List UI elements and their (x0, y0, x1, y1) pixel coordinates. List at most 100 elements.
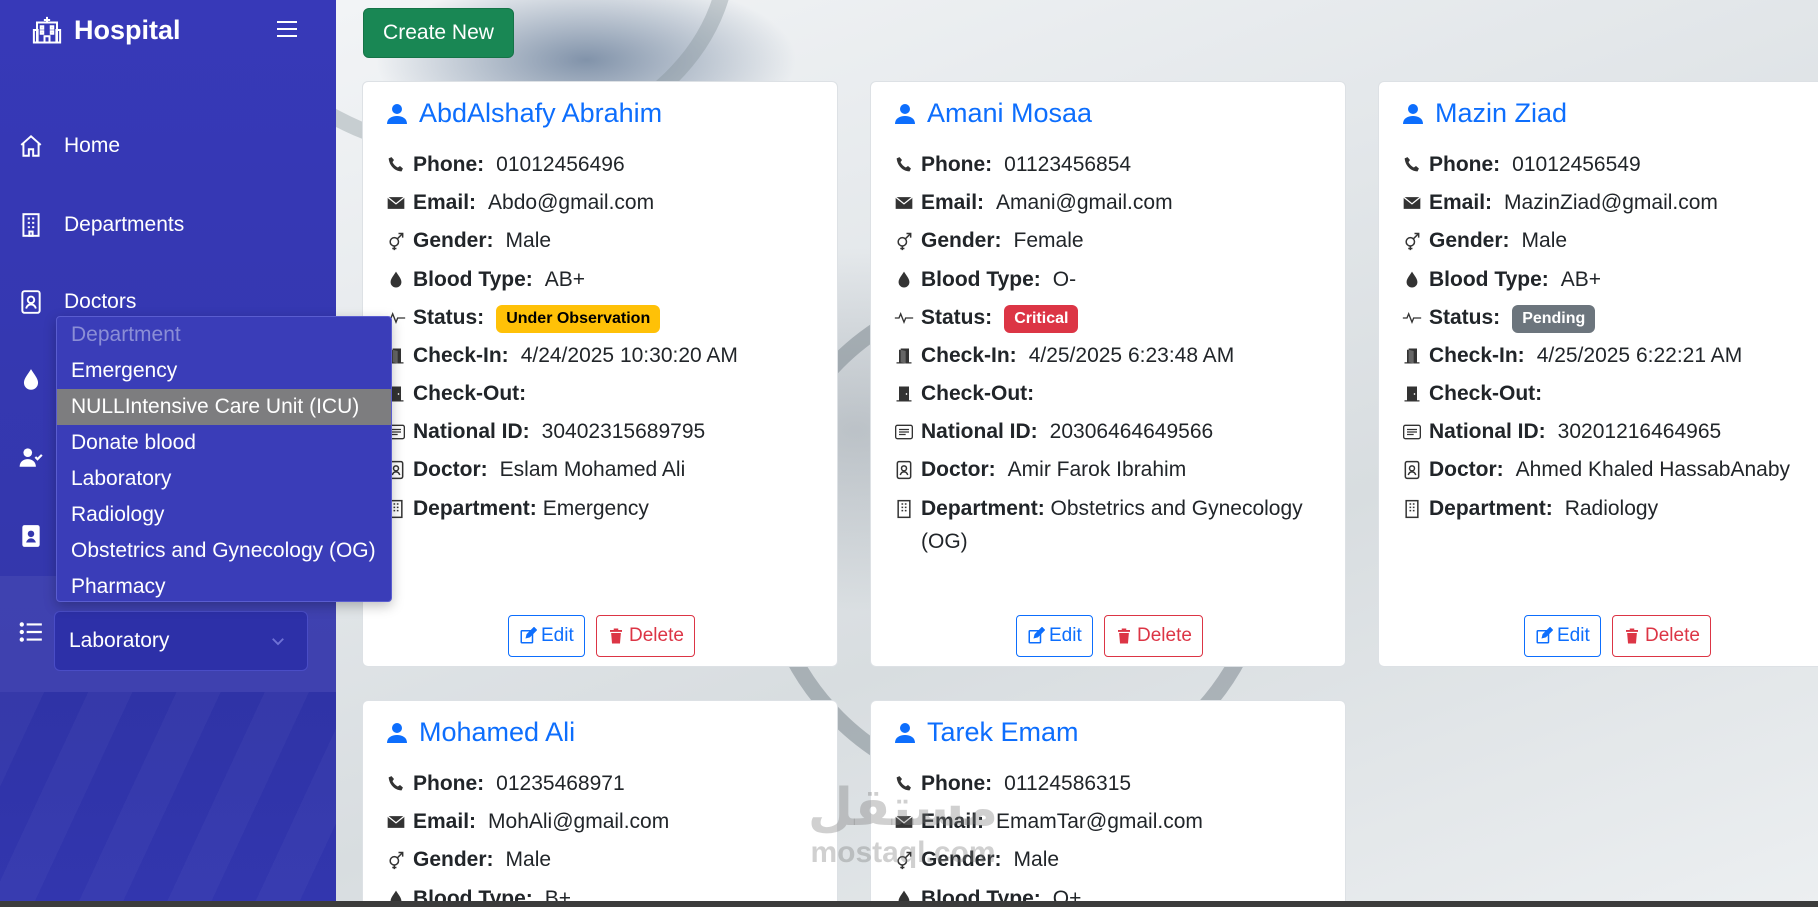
doctor-label: Doctor: (413, 458, 488, 481)
national-id-row: National ID: 30402315689795 (385, 415, 825, 448)
phone-label: Phone: (921, 153, 993, 176)
checkin-label: Check-In: (921, 344, 1017, 367)
phone-value: 01123456854 (1004, 153, 1132, 176)
national-id-label: National ID: (1429, 420, 1546, 443)
blood-label: Blood Type: (413, 268, 533, 291)
delete-button[interactable]: Delete (1104, 615, 1203, 657)
sidebar-item-label: Home (64, 134, 121, 157)
building-icon (22, 213, 40, 237)
patient-card: Mazin Ziad Phone: 01012456549 Email: Mazin… (1378, 81, 1818, 667)
department-label: Department: (413, 497, 537, 520)
edit-button[interactable]: Edit (1524, 615, 1601, 657)
delete-button[interactable]: Delete (1612, 615, 1711, 657)
department-row: Department: Emergency (385, 492, 825, 525)
patient-card: Tarek Emam Phone: 01124586315 Email: EmamT… (870, 700, 1346, 907)
gender-icon (893, 224, 915, 257)
blood-value: O- (1052, 268, 1077, 291)
home-icon (20, 134, 42, 157)
menu-toggle-button[interactable] (272, 14, 302, 44)
building-icon (893, 492, 915, 525)
doctor-value: Amir Farok Ibrahim (1007, 458, 1187, 481)
status-label: Status: (413, 306, 485, 329)
chevron-down-icon (272, 638, 284, 646)
phone-row: Phone: 01124586315 (893, 767, 1333, 800)
checkin-row: Check-In: 4/25/2025 6:23:48 AM (893, 339, 1333, 372)
edit-icon (1028, 627, 1045, 644)
phone-value: 01235468971 (496, 772, 625, 795)
email-row: Email: Abdo@gmail.com (385, 186, 825, 219)
sidebar-item-label: Departments (64, 213, 185, 236)
checkin-row: Check-In: 4/25/2025 6:22:21 AM (1401, 339, 1818, 372)
dropdown-option[interactable]: Obstetrics and Gynecology (OG) (57, 533, 391, 569)
sidebar-item-patients[interactable] (18, 437, 58, 477)
patient-name-link[interactable]: Mazin Ziad (1401, 98, 1567, 129)
gender-icon (1401, 224, 1423, 257)
dropdown-option[interactable]: Laboratory (57, 461, 391, 497)
id-badge-icon (21, 290, 41, 314)
dropdown-option[interactable]: Donate blood (57, 425, 391, 461)
blood-value: AB+ (544, 268, 586, 291)
status-label: Status: (1429, 306, 1501, 329)
dropdown-option[interactable]: Radiology (57, 497, 391, 533)
patient-name-link[interactable]: Amani Mosaa (893, 98, 1092, 129)
sidebar-item-departments[interactable]: Departments (18, 205, 318, 245)
dropdown-option-highlighted[interactable]: NULLIntensive Care Unit (ICU) (57, 389, 391, 425)
door-open-icon (893, 339, 915, 372)
sidebar-item-staff[interactable] (18, 516, 58, 556)
status-badge: Under Observation (496, 305, 661, 333)
email-value: Abdo@gmail.com (488, 191, 655, 214)
email-row: Email: MohAli@gmail.com (385, 805, 825, 838)
delete-label: Delete (1645, 625, 1700, 646)
checkout-row: Check-Out: (385, 377, 825, 410)
gender-value: Male (1013, 848, 1060, 871)
sidebar-item-donate-blood[interactable] (18, 360, 58, 400)
edit-button[interactable]: Edit (508, 615, 585, 657)
users-icon (19, 448, 43, 467)
edit-button[interactable]: Edit (1016, 615, 1093, 657)
gender-icon (893, 843, 915, 876)
user-icon (895, 722, 915, 743)
department-dropdown-list[interactable]: Department Emergency NULLIntensive Care … (56, 316, 392, 602)
gender-label: Gender: (413, 229, 494, 252)
department-row: Department: Obstetrics and Gynecology (O… (893, 492, 1333, 558)
phone-row: Phone: 01123456854 (893, 148, 1333, 181)
gender-label: Gender: (413, 848, 494, 871)
envelope-icon (893, 805, 915, 838)
brand[interactable]: Hospital (32, 12, 181, 48)
door-open-icon (1401, 339, 1423, 372)
email-label: Email: (1429, 191, 1493, 214)
department-value: Radiology (1564, 497, 1659, 520)
gender-label: Gender: (921, 229, 1002, 252)
blood-row: Blood Type: AB+ (1401, 263, 1818, 296)
phone-icon (385, 148, 407, 181)
building-icon (1401, 492, 1423, 525)
gender-row: Gender: Female (893, 224, 1333, 257)
dropdown-option[interactable]: Pharmacy (57, 569, 391, 605)
dropdown-option[interactable]: Emergency (57, 353, 391, 389)
phone-row: Phone: 01012456549 (1401, 148, 1818, 181)
patient-name: Tarek Emam (927, 717, 1079, 747)
email-row: Email: Amani@gmail.com (893, 186, 1333, 219)
phone-label: Phone: (413, 153, 485, 176)
national-id-label: National ID: (921, 420, 1038, 443)
patient-name: Mazin Ziad (1435, 98, 1568, 128)
id-card-icon (1401, 415, 1423, 448)
patient-name-link[interactable]: Tarek Emam (893, 717, 1079, 748)
create-new-button[interactable]: Create New (363, 8, 514, 58)
delete-button[interactable]: Delete (596, 615, 695, 657)
email-label: Email: (413, 191, 477, 214)
checkout-label: Check-Out: (1429, 382, 1543, 405)
status-row: Status: Pending (1401, 301, 1818, 334)
patient-name-link[interactable]: Mohamed Ali (385, 717, 575, 748)
gender-row: Gender: Male (893, 843, 1333, 876)
sidebar-item-home[interactable]: Home (18, 126, 318, 166)
user-icon (387, 722, 407, 743)
user-icon (1403, 103, 1423, 124)
patient-name-link[interactable]: AbdAlshafy Abrahim (385, 98, 662, 129)
phone-icon (385, 767, 407, 800)
department-select[interactable]: Laboratory (54, 611, 308, 671)
blood-drop-icon (385, 263, 407, 296)
status-row: Status: Under Observation (385, 301, 825, 334)
dropdown-option-placeholder: Department (71, 323, 181, 346)
doctor-badge-icon (1401, 453, 1423, 486)
